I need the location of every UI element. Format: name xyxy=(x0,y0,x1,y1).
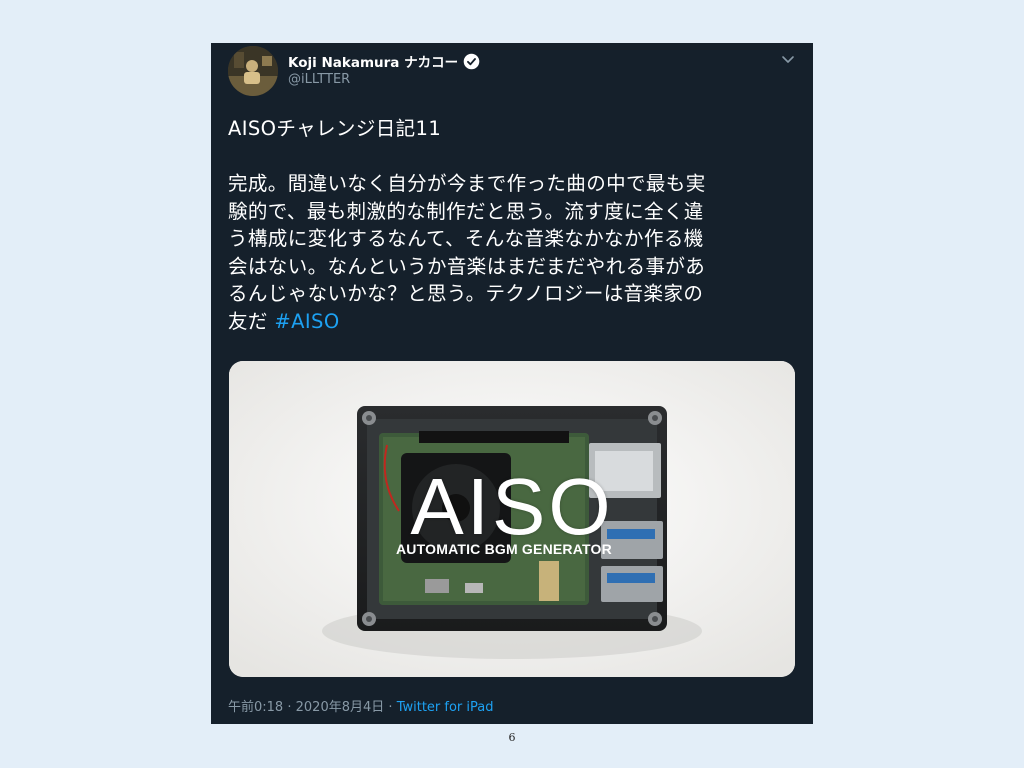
tweet-text-last-line: 友だ #AISO xyxy=(228,308,798,336)
aiso-logo-subtitle: AUTOMATIC BGM GENERATOR xyxy=(396,541,612,557)
tweet-text: AISOチャレンジ日記11 完成。間違いなく自分が今まで作った曲の中で最も実 験… xyxy=(228,115,798,335)
avatar[interactable] xyxy=(228,46,278,96)
tweet-text-end: 友だ xyxy=(228,309,268,333)
tweet-meta: 午前0:18 · 2020年8月4日 · Twitter for iPad xyxy=(228,696,493,715)
separator-dot: · xyxy=(388,700,393,715)
tweet-text-line: う構成に変化するなんて、そんな音楽なかなか作る機 xyxy=(228,227,704,250)
tweet-text-line: 会はない。なんというか音楽はまだまだやれる事があ xyxy=(228,254,706,278)
tweet-card: Koji Nakamura ナカコー @iLLTTER AISOチャレンジ日記1… xyxy=(211,43,813,724)
page-number: 6 xyxy=(508,731,516,744)
verified-badge-icon xyxy=(463,53,480,70)
tweet-media-image[interactable]: AISO AUTOMATIC BGM GENERATOR xyxy=(229,361,795,677)
tweet-time[interactable]: 午前0:18 xyxy=(228,700,283,715)
author-name-label: Koji Nakamura ナカコー xyxy=(288,55,459,71)
author-handle[interactable]: @iLLTTER xyxy=(288,72,350,87)
tweet-date[interactable]: 2020年8月4日 xyxy=(296,700,385,715)
separator-dot: · xyxy=(287,700,292,715)
tweet-title-line: AISOチャレンジ日記11 xyxy=(228,117,442,140)
author-name[interactable]: Koji Nakamura ナカコー xyxy=(288,51,480,71)
tweet-text-line: るんじゃないかな？と思う。テクノロジーは音楽家の xyxy=(228,282,704,305)
hashtag-link[interactable]: #AISO xyxy=(274,310,339,333)
tweet-text-line: 完成。間違いなく自分が今まで作った曲の中で最も実 xyxy=(228,172,706,195)
tweet-source-link[interactable]: Twitter for iPad xyxy=(397,700,494,715)
tweet-text-line: 験的で、最も刺激的な制作だと思う。流す度に全く違 xyxy=(228,199,704,223)
chevron-down-icon[interactable] xyxy=(779,51,797,65)
aiso-logo-text: AISO xyxy=(410,462,614,551)
